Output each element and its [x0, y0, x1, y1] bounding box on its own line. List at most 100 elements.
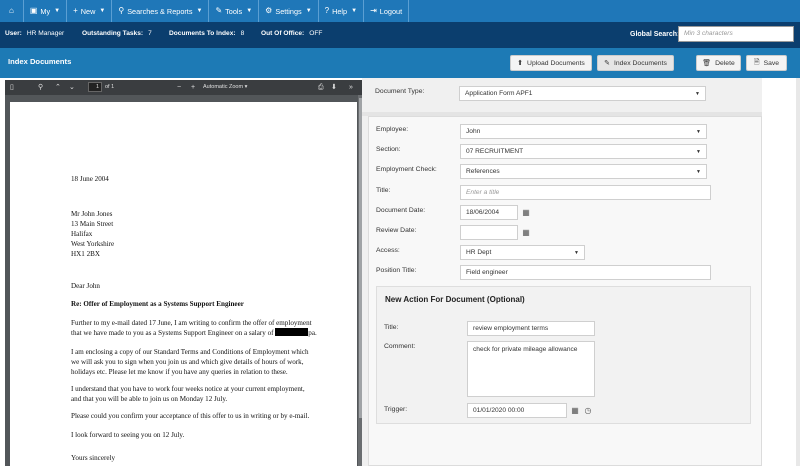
plus-icon: +	[73, 6, 78, 15]
download-icon[interactable]: ⬇	[331, 83, 337, 92]
save-label: Save	[763, 59, 780, 67]
employee-select[interactable]: John	[460, 124, 707, 139]
section-label: Section:	[376, 146, 401, 153]
caret-down-icon: ▼	[305, 8, 312, 14]
global-search-label: Global Search:	[630, 31, 680, 38]
delete-button[interactable]: 🗑 Delete	[696, 55, 741, 71]
out-of-office-label: Out Of Office:	[261, 30, 305, 37]
nav-item-searches-reports[interactable]: ⚲ Searches & Reports ▼	[112, 0, 210, 22]
top-navigation: ⌂ ▣ My ▼ + New ▼ ⚲ Searches & Reports ▼ ✎ Tools ▼ ⚙ Se…	[0, 0, 800, 22]
nav-item-logout[interactable]: ⇥ Logout	[364, 0, 410, 22]
letter-paragraph-line: holidays etc. Please let me know if you …	[71, 368, 288, 376]
outstanding-tasks-count: 7	[148, 30, 152, 37]
nav-item-new[interactable]: + New ▼	[67, 0, 113, 22]
nav-item-label: Help	[332, 6, 348, 16]
calendar-icon[interactable]: ▦	[520, 205, 532, 220]
zoom-select-label: Automatic Zoom	[203, 84, 244, 90]
action-title-input[interactable]: review employment terms	[467, 321, 595, 336]
next-page-icon[interactable]: ⌄	[69, 83, 75, 92]
out-of-office-status[interactable]: Out Of Office: OFF	[261, 30, 322, 37]
letter-paragraph-line: I look forward to seeing you on 12 July.	[71, 431, 185, 439]
section-select[interactable]: 07 RECRUITMENT	[460, 144, 707, 159]
title-input[interactable]: Enter a title	[460, 185, 711, 200]
nav-item-label: Settings	[275, 6, 302, 16]
global-search-input[interactable]: Min 3 characters	[678, 26, 794, 42]
caret-down-icon: ▼	[99, 8, 106, 14]
pdf-page: 18 June 2004 Mr John Jones 13 Main Stree…	[10, 102, 357, 466]
letter-paragraph-line: Please could you confirm your acceptance…	[71, 412, 310, 420]
nav-item-label: My	[40, 6, 51, 16]
review-date-input[interactable]	[460, 225, 518, 240]
trash-icon: 🗑	[702, 60, 712, 67]
letter-paragraph-line: I am enclosing a copy of our Standard Te…	[71, 348, 309, 356]
upload-documents-button[interactable]: ⬆ Upload Documents	[510, 55, 592, 71]
logout-icon: ⇥	[370, 6, 377, 15]
access-select[interactable]: HR Dept	[460, 245, 585, 260]
help-icon: ?	[324, 6, 330, 15]
document-date-label: Document Date:	[376, 207, 426, 214]
documents-to-index-status[interactable]: Documents To Index: 8	[169, 30, 244, 37]
index-documents-header: Index Documents ⬆ Upload Documents ✎ Ind…	[0, 48, 800, 78]
nav-item-tools[interactable]: ✎ Tools ▼	[209, 0, 260, 22]
more-tools-icon[interactable]: »	[349, 83, 353, 92]
document-date-input[interactable]: 18/06/2004	[460, 205, 518, 220]
action-title-label: Title:	[384, 324, 399, 331]
letter-address-line: 13 Main Street	[71, 220, 114, 228]
outstanding-tasks-status[interactable]: Outstanding Tasks: 7	[82, 30, 152, 37]
redaction-block	[275, 328, 309, 336]
caret-down-icon: ▼	[196, 8, 203, 14]
home-icon: ⌂	[9, 6, 14, 15]
zoom-out-button[interactable]: −	[177, 83, 181, 92]
user-label: User:	[5, 30, 22, 37]
nav-item-label: Tools	[225, 6, 243, 16]
caret-down-icon: ▼	[54, 8, 61, 14]
index-documents-button[interactable]: ✎ Index Documents	[597, 55, 674, 71]
folder-icon: ▣	[29, 6, 38, 15]
sidebar-toggle-icon[interactable]: ▯	[10, 83, 14, 92]
position-title-input[interactable]: Field engineer	[460, 265, 711, 280]
letter-paragraph-line: I understand that you have to work four …	[71, 385, 305, 393]
out-of-office-value: OFF	[309, 30, 323, 37]
action-comment-textarea[interactable]: check for private mileage allowance	[467, 341, 595, 397]
previous-page-icon[interactable]: ⌃	[55, 83, 61, 92]
new-action-card: New Action For Document (Optional) Title…	[376, 286, 751, 424]
print-icon[interactable]: ⎙	[318, 83, 324, 92]
save-button[interactable]: 🗎 Save	[746, 55, 787, 71]
caret-down-icon: ▼	[351, 8, 358, 14]
letter-date: 18 June 2004	[71, 175, 109, 183]
position-title-label: Position Title:	[376, 267, 417, 274]
action-trigger-input[interactable]: 01/01/2020 00:00	[467, 403, 567, 418]
nav-item-my[interactable]: ▣ My ▼	[24, 0, 68, 22]
nav-item-help[interactable]: ? Help ▼	[319, 0, 365, 22]
page-scrollbar[interactable]	[796, 78, 800, 466]
save-icon: 🗎	[753, 58, 760, 66]
title-label: Title:	[376, 187, 391, 194]
upload-icon: ⬆	[517, 60, 524, 67]
nav-item-home[interactable]: ⌂	[3, 0, 24, 22]
nav-item-label: Logout	[379, 6, 403, 16]
nav-item-label: New	[80, 6, 96, 16]
letter-address-line: HX1 2BX	[71, 250, 100, 258]
clock-icon[interactable]: ◷	[582, 403, 594, 418]
nav-item-settings[interactable]: ⚙ Settings ▼	[259, 0, 319, 22]
action-comment-label: Comment:	[384, 343, 416, 350]
access-label: Access:	[376, 247, 400, 254]
calendar-icon[interactable]: ▦	[520, 225, 532, 240]
find-icon[interactable]: ⚲	[38, 83, 43, 92]
upload-documents-label: Upload Documents	[527, 59, 585, 67]
index-form: Document Type: Application Form APF1 Emp…	[362, 78, 762, 466]
employment-check-label: Employment Check:	[376, 166, 437, 173]
zoom-in-button[interactable]: +	[191, 83, 195, 92]
letter-salutation: Dear John	[71, 282, 100, 290]
document-type-select[interactable]: Application Form APF1	[459, 86, 706, 101]
letter-paragraph-line: that we have made to you as a Systems Su…	[71, 328, 317, 338]
zoom-select[interactable]: Automatic Zoom ▾	[203, 83, 247, 92]
user-status: User: HR Manager	[5, 30, 64, 37]
employee-label: Employee:	[376, 126, 409, 133]
search-icon: ⚲	[118, 6, 125, 15]
pdf-toolbar: ▯ ⚲ ⌃ ⌄ 1 of 1 − + Automatic Zoom ▾ ⎙ ⬇ …	[5, 80, 362, 95]
letter-address-line: Mr John Jones	[71, 210, 113, 218]
employment-check-select[interactable]: References	[460, 164, 707, 179]
page-number-input[interactable]: 1	[88, 82, 102, 92]
calendar-icon[interactable]: ▦	[569, 403, 581, 418]
